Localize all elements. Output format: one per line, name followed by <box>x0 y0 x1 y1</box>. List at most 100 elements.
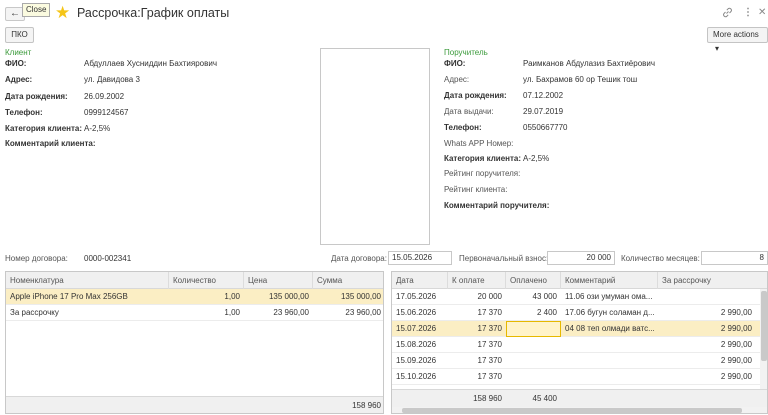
table-row[interactable]: 15.06.2026 17 370 2 400 17.06 бугун сола… <box>392 305 767 321</box>
schedule-comment: 04 08 теп олмади ватс... <box>565 324 655 333</box>
schedule-comment <box>561 337 658 353</box>
goods-qty: 1,00 <box>224 308 240 317</box>
schedule-date: 15.08.2026 <box>396 340 437 349</box>
guarantor-fio-label: ФИО: <box>444 59 466 68</box>
contract-number-label: Номер договора: <box>5 254 68 263</box>
client-rating-label: Рейтинг клиента: <box>444 185 508 194</box>
vertical-scrollbar-thumb[interactable] <box>761 291 767 361</box>
link-icon[interactable] <box>722 7 733 22</box>
client-category-label: Категория клиента: <box>5 124 83 133</box>
months-count-field[interactable]: 8 <box>701 251 768 265</box>
close-tooltip: Close <box>22 3 51 17</box>
goods-price: 23 960,00 <box>273 308 309 317</box>
guarantor-category: А-2,5% <box>523 154 550 163</box>
schedule-comment: 17.06 бугун соламан д... <box>565 308 655 317</box>
contract-date-label: Дата договора: <box>331 254 387 263</box>
column-header[interactable]: К оплате <box>448 272 506 289</box>
table-row[interactable]: За рассрочку 1,00 23 960,00 23 960,00 <box>6 305 383 321</box>
guarantor-fio: Раимканов Абдулазиз Бахтиёрович <box>523 59 656 68</box>
guarantor-phone-label: Телефон: <box>444 123 482 132</box>
goods-price: 135 000,00 <box>268 292 309 301</box>
back-arrow-icon: ← <box>10 8 20 19</box>
chevron-down-icon: ▾ <box>715 44 720 53</box>
photo-frame[interactable] <box>320 48 430 245</box>
guarantor-birth: 07.12.2002 <box>523 91 564 100</box>
guarantor-issue-label: Дата выдачи: <box>444 107 494 116</box>
client-fio-label: ФИО: <box>5 59 27 68</box>
goods-sum: 23 960,00 <box>345 308 381 317</box>
horizontal-scrollbar[interactable] <box>392 407 767 413</box>
guarantor-category-label: Категория клиента: <box>444 154 522 163</box>
schedule-due: 17 370 <box>477 356 502 365</box>
schedule-fee <box>658 289 756 305</box>
more-actions-label: More actions <box>713 30 759 39</box>
schedule-fee: 2 990,00 <box>720 372 752 381</box>
close-icon[interactable]: ✕ <box>758 7 766 19</box>
page-title: Рассрочка:График оплаты <box>77 6 230 20</box>
pko-button-label: ПКО <box>11 30 28 39</box>
guarantor-phone: 0550667770 <box>523 123 568 132</box>
title-bar: ← Close ★ Рассрочка:График оплаты ⋮ ✕ <box>0 0 768 26</box>
schedule-comment <box>561 369 658 385</box>
goods-total-sum: 158 960 <box>352 401 381 410</box>
table-row[interactable]: 17.05.2026 20 000 43 000 11.06 ози умума… <box>392 289 767 305</box>
column-header[interactable]: Дата <box>392 272 448 289</box>
client-phone-label: Телефон: <box>5 108 43 117</box>
table-row[interactable]: 15.09.2026 17 370 2 990,00 <box>392 353 767 369</box>
goods-qty: 1,00 <box>224 292 240 301</box>
schedule-due: 20 000 <box>477 292 502 301</box>
table-row[interactable]: 15.07.2026 17 370 04 08 теп олмади ватс.… <box>392 321 767 337</box>
column-header[interactable]: Оплачено <box>506 272 561 289</box>
schedule-total-paid: 45 400 <box>532 394 557 403</box>
goods-name: За рассрочку <box>10 308 59 317</box>
guarantor-section-label: Поручитель <box>444 48 488 57</box>
schedule-paid <box>506 337 561 353</box>
horizontal-scrollbar-thumb[interactable] <box>402 408 742 413</box>
column-header[interactable]: За рассрочку <box>658 272 767 289</box>
client-birth-label: Дата рождения: <box>5 92 68 101</box>
column-header[interactable]: Сумма <box>313 272 383 289</box>
client-address: ул. Давидова 3 <box>84 75 140 84</box>
guarantor-comment-label: Комментарий поручителя: <box>444 201 550 210</box>
table-row[interactable]: 15.08.2026 17 370 2 990,00 <box>392 337 767 353</box>
schedule-table-footer: 158 960 45 400 <box>392 389 767 407</box>
schedule-date: 15.07.2026 <box>396 324 437 333</box>
table-row[interactable]: Apple iPhone 17 Pro Max 256GB 1,00 135 0… <box>6 289 383 305</box>
kebab-menu-icon[interactable]: ⋮ <box>743 7 753 19</box>
schedule-date: 15.06.2026 <box>396 308 437 317</box>
schedule-fee: 2 990,00 <box>720 340 752 349</box>
pko-button[interactable]: ПКО <box>5 27 34 43</box>
goods-name: Apple iPhone 17 Pro Max 256GB <box>10 292 128 301</box>
schedule-due: 17 370 <box>477 324 502 333</box>
client-category: А-2,5% <box>84 124 111 133</box>
client-section-label: Клиент <box>5 48 32 57</box>
goods-table-footer: 158 960 <box>6 396 383 413</box>
initial-payment-field[interactable]: 20 000 <box>547 251 615 265</box>
client-comment-label: Комментарий клиента: <box>5 139 96 148</box>
table-row[interactable]: 15.10.2026 17 370 2 990,00 <box>392 369 767 385</box>
more-actions-button[interactable]: More actions ▾ <box>707 27 768 53</box>
schedule-fee: 2 990,00 <box>720 324 752 333</box>
schedule-paid <box>506 353 561 369</box>
schedule-total-due: 158 960 <box>473 394 502 403</box>
schedule-due: 17 370 <box>477 308 502 317</box>
contract-date-field[interactable]: 15.05.2026 <box>388 251 452 265</box>
star-icon[interactable]: ★ <box>55 4 70 22</box>
column-header[interactable]: Цена <box>244 272 313 289</box>
client-phone: 0999124567 <box>84 108 129 117</box>
schedule-due: 17 370 <box>477 340 502 349</box>
goods-table: Номенклатура Количество Цена Сумма Apple… <box>5 271 384 414</box>
schedule-fee: 2 990,00 <box>720 356 752 365</box>
schedule-fee: 2 990,00 <box>720 308 752 317</box>
client-birth: 26.09.2002 <box>84 92 125 101</box>
column-header[interactable]: Номенклатура <box>6 272 169 289</box>
vertical-scrollbar[interactable] <box>760 289 767 389</box>
schedule-due: 17 370 <box>477 372 502 381</box>
contract-number: 0000-002341 <box>84 254 132 263</box>
schedule-paid-input[interactable] <box>506 321 561 337</box>
guarantor-issue: 29.07.2019 <box>523 107 564 116</box>
column-header[interactable]: Комментарий <box>561 272 658 289</box>
schedule-paid: 2 400 <box>536 308 557 317</box>
schedule-table: Дата К оплате Оплачено Комментарий За ра… <box>391 271 768 414</box>
column-header[interactable]: Количество <box>169 272 244 289</box>
